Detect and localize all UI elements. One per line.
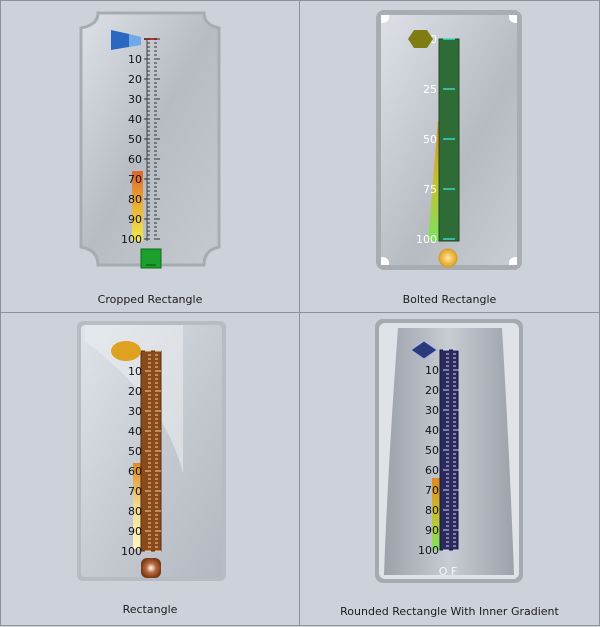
scale-label: 25 [423,83,437,96]
scale-label: 90 [128,525,142,538]
scale-label: 80 [128,505,142,518]
scale-label: 90 [128,213,142,226]
scale-label: 70 [128,485,142,498]
scale-label: 10 [128,53,142,66]
scale-label: 80 [128,193,142,206]
cropped-rectangle-gauge: 10 20 30 40 50 60 70 80 90 100 [79,11,221,269]
scale-label: 100 [121,233,142,246]
gauge-caption: Bolted Rectangle [402,293,497,306]
scale-label: 70 [128,173,142,186]
scale-label: 100 [416,233,437,246]
scale-label: 20 [128,385,142,398]
gauge-caption: Cropped Rectangle [97,293,203,306]
scale-label: 50 [423,133,437,146]
scale-label: 40 [425,424,439,437]
scale-label: 100 [121,545,142,558]
scale-label: 90 [425,524,439,537]
scale-label: 30 [128,93,142,106]
scale-label: 10 [128,365,142,378]
scale-label: 50 [425,444,439,457]
scale-label: 40 [128,113,142,126]
fill-bulb [141,558,161,578]
gauge-panel-bolted-rectangle: 0 25 50 75 100 Bolted Rectangle [299,0,600,313]
scale-label: 100 [418,544,439,557]
scale-label: 80 [425,504,439,517]
scale-label: 20 [128,73,142,86]
scale-label: 75 [423,183,437,196]
scale-label: 60 [425,464,439,477]
scale-label: 70 [425,484,439,497]
scale-label: 10 [425,364,439,377]
scale-label: 20 [425,384,439,397]
scale-label: 30 [425,404,439,417]
rounded-rectangle-inner-gradient-gauge: 10 20 30 40 50 60 70 80 90 100 O F [375,319,523,583]
rectangle-gauge: 10 20 30 40 50 60 70 80 90 100 [77,321,226,581]
gauge-caption: Rectangle [122,603,178,616]
gauge-caption: Rounded Rectangle With Inner Gradient [340,605,559,618]
scale-label: 40 [128,425,142,438]
gauge-panel-cropped-rectangle: 10 20 30 40 50 60 70 80 90 100 Cropped Rectangle [0,0,300,313]
filled-column [438,38,460,242]
unit-label: O F [439,565,457,578]
scale-label: 50 [128,445,142,458]
gauge-panel-rectangle: 10 20 30 40 50 60 70 80 90 100 Rectangle [0,312,300,626]
fill-bulb [438,248,458,268]
scale-label: 30 [128,405,142,418]
pointer-icon [111,341,141,361]
bolted-rectangle-gauge: 0255075100 [376,10,522,270]
gauge-grid: 10 20 30 40 50 60 70 80 90 100 Cropped Rectangle [0,0,600,626]
scale-label: 50 [128,133,142,146]
scale-label: 60 [128,153,142,166]
scale-label: 60 [128,465,142,478]
gauge-panel-rounded-rectangle-inner-gradient: 10 20 30 40 50 60 70 80 90 100 O F Rounded Rectan… [299,312,600,626]
